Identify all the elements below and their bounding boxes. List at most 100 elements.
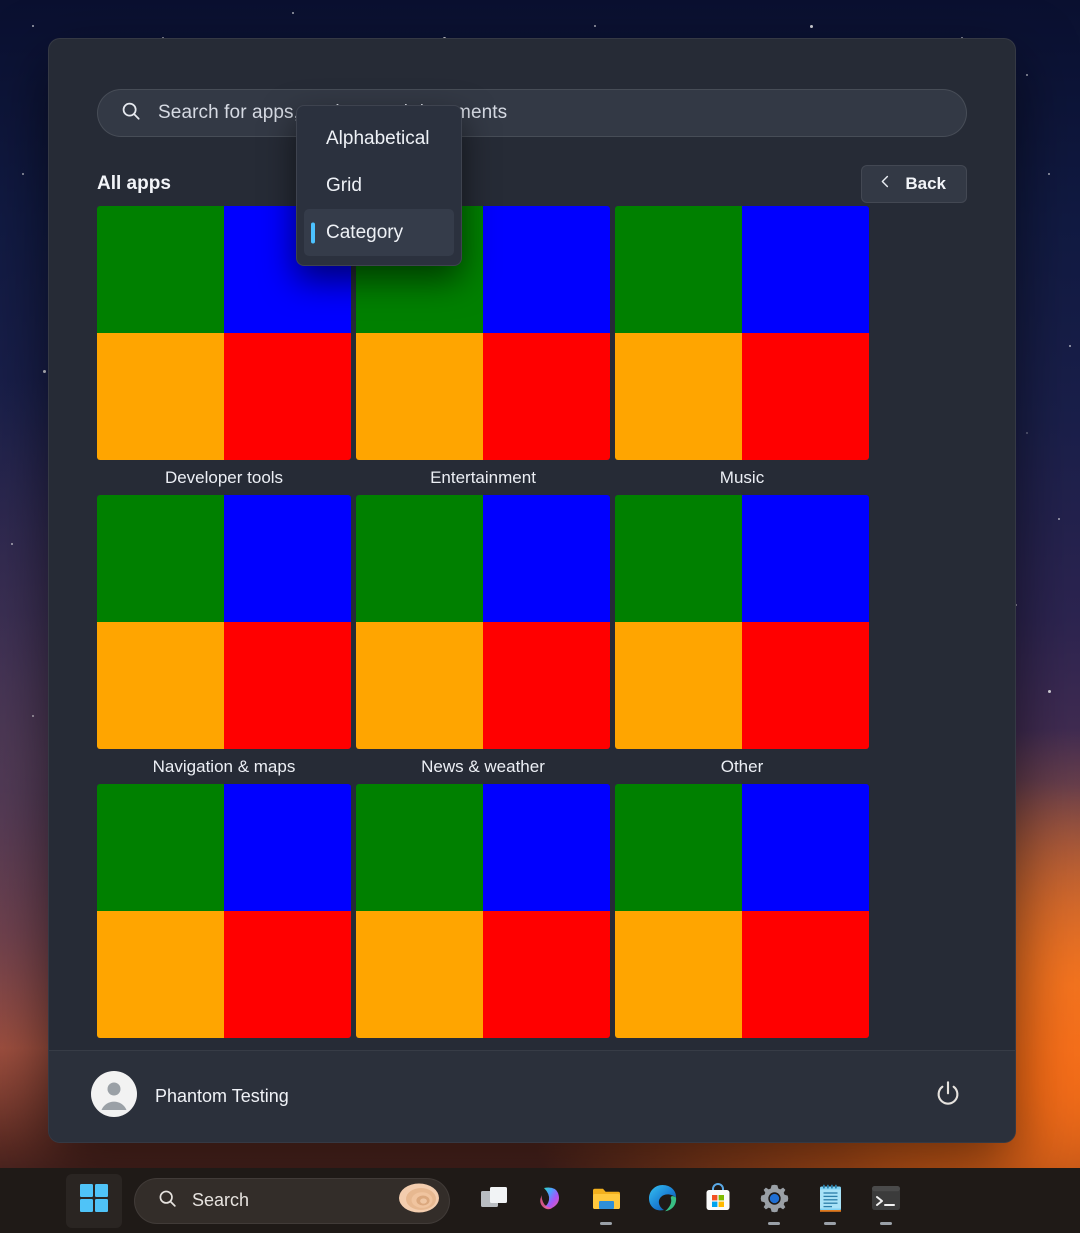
- tile-quadrant-bottom-right: [224, 911, 351, 1038]
- tile-quadrant-bottom-left: [97, 911, 224, 1038]
- tile-quadrant-bottom-left: [615, 911, 742, 1038]
- running-indicator: [824, 1222, 836, 1225]
- back-button-label: Back: [905, 174, 946, 194]
- tile-quadrant-top-left: [356, 495, 483, 622]
- tile-quadrant-bottom-left: [356, 911, 483, 1038]
- category-cell[interactable]: [356, 784, 610, 1050]
- tile-quadrant-bottom-right: [224, 333, 351, 460]
- taskbar-app-terminal[interactable]: [858, 1174, 914, 1228]
- user-account-button[interactable]: Phantom Testing: [91, 1071, 289, 1122]
- tile-quadrant-bottom-left: [97, 622, 224, 749]
- category-label: Entertainment: [356, 460, 610, 495]
- tile-quadrant-bottom-right: [483, 333, 610, 460]
- taskbar-search-box[interactable]: Search: [134, 1178, 450, 1224]
- search-icon: [157, 1188, 178, 1214]
- category-grid: Developer tools Entertainment: [97, 206, 967, 1050]
- category-label: [615, 1038, 869, 1050]
- settings-gear-icon: [759, 1183, 790, 1219]
- category-label: News & weather: [356, 749, 610, 784]
- start-menu-panel: Search for apps, settings and documents …: [48, 38, 1016, 1143]
- tile-quadrant-bottom-left: [615, 622, 742, 749]
- sort-menu-item-category[interactable]: Category: [304, 209, 454, 256]
- tile-quadrant-top-right: [742, 784, 869, 911]
- category-cell[interactable]: News & weather: [356, 495, 610, 784]
- start-search-input[interactable]: Search for apps, settings and documents: [97, 89, 967, 137]
- category-tile[interactable]: [615, 784, 869, 1038]
- start-search-row: Search for apps, settings and documents: [49, 39, 1015, 137]
- start-menu-footer: Phantom Testing: [49, 1050, 1015, 1142]
- taskbar-app-settings[interactable]: [746, 1174, 802, 1228]
- all-apps-label: All apps: [97, 173, 171, 195]
- tile-quadrant-bottom-right: [742, 911, 869, 1038]
- chevron-left-icon: [878, 174, 893, 194]
- category-label: Navigation & maps: [97, 749, 351, 784]
- category-label: Music: [615, 460, 869, 495]
- taskbar-app-file-explorer[interactable]: [578, 1174, 634, 1228]
- category-cell[interactable]: Other: [615, 495, 869, 784]
- tile-quadrant-top-right: [224, 495, 351, 622]
- copilot-icon: [535, 1183, 565, 1218]
- running-indicator: [768, 1222, 780, 1225]
- taskbar-search-label: Search: [192, 1190, 383, 1211]
- taskbar-start-button[interactable]: [66, 1174, 122, 1228]
- tile-quadrant-top-left: [97, 495, 224, 622]
- running-indicator: [600, 1222, 612, 1225]
- category-tile[interactable]: [356, 495, 610, 749]
- category-tile[interactable]: [97, 784, 351, 1038]
- sort-menu-item-grid[interactable]: Grid: [304, 162, 454, 209]
- file-explorer-icon: [591, 1183, 622, 1219]
- taskbar-app-edge[interactable]: [634, 1174, 690, 1228]
- tile-quadrant-bottom-left: [615, 333, 742, 460]
- tile-quadrant-bottom-right: [224, 622, 351, 749]
- microsoft-store-icon: [703, 1183, 733, 1218]
- tile-quadrant-top-left: [615, 495, 742, 622]
- back-button[interactable]: Back: [861, 165, 967, 203]
- tile-quadrant-top-right: [483, 784, 610, 911]
- task-view-icon: [479, 1183, 509, 1218]
- edge-browser-icon: [647, 1183, 678, 1219]
- taskbar-app-microsoft-store[interactable]: [690, 1174, 746, 1228]
- tile-quadrant-top-left: [615, 206, 742, 333]
- power-icon: [933, 1079, 963, 1114]
- tile-quadrant-top-right: [742, 206, 869, 333]
- category-label: Other: [615, 749, 869, 784]
- category-tile[interactable]: [615, 495, 869, 749]
- tile-quadrant-top-right: [483, 206, 610, 333]
- taskbar: Search: [0, 1168, 1080, 1233]
- category-cell[interactable]: [97, 784, 351, 1050]
- taskbar-app-task-view[interactable]: [466, 1174, 522, 1228]
- category-cell[interactable]: Navigation & maps: [97, 495, 351, 784]
- tile-quadrant-top-left: [97, 206, 224, 333]
- category-tile[interactable]: [97, 495, 351, 749]
- sort-menu-item-alphabetical[interactable]: Alphabetical: [304, 115, 454, 162]
- tile-quadrant-bottom-left: [97, 333, 224, 460]
- category-cell[interactable]: [615, 784, 869, 1050]
- tile-quadrant-bottom-right: [742, 333, 869, 460]
- tile-quadrant-top-left: [615, 784, 742, 911]
- tile-quadrant-bottom-left: [356, 622, 483, 749]
- tile-quadrant-top-right: [483, 495, 610, 622]
- category-label: [356, 1038, 610, 1050]
- tile-quadrant-top-right: [224, 784, 351, 911]
- tile-quadrant-bottom-right: [483, 622, 610, 749]
- category-tile[interactable]: [356, 784, 610, 1038]
- power-button[interactable]: [933, 1079, 963, 1114]
- taskbar-app-copilot[interactable]: [522, 1174, 578, 1228]
- tile-quadrant-bottom-right: [742, 622, 869, 749]
- windows-logo-icon: [79, 1183, 109, 1218]
- category-label: Developer tools: [97, 460, 351, 495]
- tile-quadrant-bottom-right: [483, 911, 610, 1038]
- sort-menu-item-label: Grid: [326, 175, 362, 197]
- category-cell[interactable]: Music: [615, 206, 869, 495]
- tile-quadrant-top-right: [742, 495, 869, 622]
- running-indicator: [880, 1222, 892, 1225]
- user-name-label: Phantom Testing: [155, 1086, 289, 1107]
- search-icon: [120, 100, 142, 127]
- taskbar-app-notepad[interactable]: [802, 1174, 858, 1228]
- category-tile[interactable]: [615, 206, 869, 460]
- tile-quadrant-top-left: [97, 784, 224, 911]
- category-scroll-area[interactable]: Developer tools Entertainment: [49, 206, 1015, 1050]
- category-label: [97, 1038, 351, 1050]
- tile-quadrant-top-left: [356, 784, 483, 911]
- tile-quadrant-bottom-left: [356, 333, 483, 460]
